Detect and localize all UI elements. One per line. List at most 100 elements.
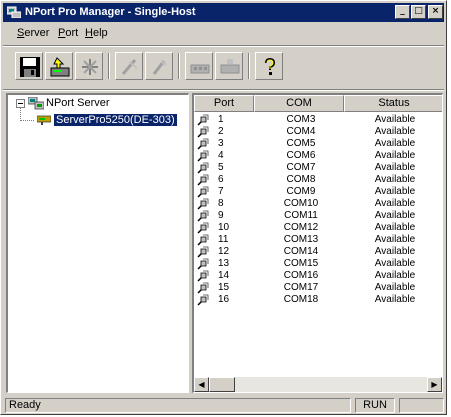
serial-port-icon bbox=[197, 150, 209, 162]
list-item[interactable]: 3 COM5 Available bbox=[194, 138, 434, 150]
list-item[interactable]: 11 COM13 Available bbox=[194, 234, 434, 246]
scroll-left-button[interactable]: ◀ bbox=[194, 377, 209, 392]
serial-port-icon bbox=[197, 234, 209, 246]
network-server-icon bbox=[28, 97, 44, 110]
port-cell: 6 bbox=[218, 174, 224, 185]
port-list[interactable]: Port COM Status 1 COM3 Available 2 COM4 Avail… bbox=[192, 93, 443, 393]
status-cell: Available bbox=[374, 234, 416, 245]
menu-port[interactable]: Port bbox=[58, 27, 78, 39]
network-button[interactable] bbox=[75, 52, 103, 80]
settings-button[interactable] bbox=[145, 52, 173, 80]
serial-port-icon bbox=[197, 246, 209, 258]
serial-port-icon bbox=[197, 162, 209, 174]
tree-connector bbox=[20, 107, 21, 121]
list-item[interactable]: 12 COM14 Available bbox=[194, 246, 434, 258]
add-port-button[interactable] bbox=[185, 52, 213, 80]
remove-port-button[interactable] bbox=[215, 52, 243, 80]
list-item[interactable]: 9 COM11 Available bbox=[194, 210, 434, 222]
list-item[interactable]: 16 COM18 Available bbox=[194, 294, 434, 306]
serial-port-icon bbox=[197, 270, 209, 282]
serial-port-icon bbox=[197, 222, 209, 234]
tree-selected-server[interactable]: ServerPro5250(DE-303) bbox=[54, 114, 177, 126]
application-window: NPort Pro Manager - Single-Host _ □ × Se… bbox=[0, 0, 447, 415]
status-bar: Ready RUN bbox=[3, 397, 444, 414]
scroll-right-button[interactable]: ▶ bbox=[427, 377, 442, 392]
search-server-icon bbox=[50, 57, 70, 77]
add-port-icon bbox=[190, 64, 210, 74]
serial-port-icon bbox=[197, 258, 209, 270]
port-cell: 13 bbox=[218, 258, 230, 269]
serial-port-icon bbox=[197, 138, 209, 150]
list-item[interactable]: 2 COM4 Available bbox=[194, 126, 434, 138]
status-cell: Available bbox=[374, 114, 416, 125]
status-mode: RUN bbox=[355, 398, 395, 413]
status-cell: Available bbox=[374, 198, 416, 209]
port-cell: 4 bbox=[218, 150, 224, 161]
port-cell: 7 bbox=[218, 186, 224, 197]
scroll-thumb[interactable] bbox=[209, 377, 235, 392]
toolbar-bottom-separator bbox=[3, 89, 444, 91]
port-cell: 8 bbox=[218, 198, 224, 209]
list-item[interactable]: 5 COM7 Available bbox=[194, 162, 434, 174]
search-server-button[interactable] bbox=[45, 52, 73, 80]
status-text: Ready bbox=[5, 398, 351, 413]
help-button[interactable] bbox=[255, 52, 283, 80]
status-cell: Available bbox=[374, 282, 416, 293]
list-item[interactable]: 13 COM15 Available bbox=[194, 258, 434, 270]
serial-port-icon bbox=[197, 174, 209, 186]
menu-bar: Server Port Help bbox=[3, 24, 444, 44]
save-button[interactable] bbox=[15, 52, 43, 80]
list-item[interactable]: 7 COM9 Available bbox=[194, 186, 434, 198]
com-cell: COM4 bbox=[286, 126, 316, 137]
list-item[interactable]: 4 COM6 Available bbox=[194, 150, 434, 162]
com-cell: COM3 bbox=[286, 114, 316, 125]
list-item[interactable]: 10 COM12 Available bbox=[194, 222, 434, 234]
status-cell: Available bbox=[374, 138, 416, 149]
tree-connector bbox=[20, 120, 34, 121]
list-item[interactable]: 14 COM16 Available bbox=[194, 270, 434, 282]
com-cell: COM6 bbox=[286, 150, 316, 161]
config-button[interactable] bbox=[115, 52, 143, 80]
help-icon bbox=[265, 57, 276, 75]
remove-port-icon bbox=[220, 59, 240, 74]
column-header-status[interactable]: Status bbox=[344, 95, 442, 112]
list-item[interactable]: 1 COM3 Available bbox=[194, 114, 434, 126]
status-cell: Available bbox=[374, 162, 416, 173]
port-cell: 3 bbox=[218, 138, 224, 149]
status-cell: Available bbox=[374, 210, 416, 221]
serial-port-icon bbox=[197, 210, 209, 222]
com-cell: COM8 bbox=[286, 174, 316, 185]
com-cell: COM15 bbox=[283, 258, 319, 269]
collapse-toggle-icon[interactable] bbox=[16, 99, 25, 108]
close-button[interactable]: × bbox=[428, 5, 443, 19]
column-header-port[interactable]: Port bbox=[194, 95, 254, 112]
minimize-button[interactable]: _ bbox=[395, 5, 410, 19]
network-icon bbox=[82, 59, 98, 75]
horizontal-scrollbar[interactable]: ◀ ▶ bbox=[194, 377, 442, 392]
com-cell: COM10 bbox=[283, 198, 319, 209]
maximize-button[interactable]: □ bbox=[411, 5, 426, 19]
port-cell: 2 bbox=[218, 126, 224, 137]
status-cell: Available bbox=[374, 174, 416, 185]
com-cell: COM12 bbox=[283, 222, 319, 233]
serial-port-icon bbox=[197, 114, 209, 126]
server-tree[interactable]: NPort Server ServerPro5250(DE-303) bbox=[6, 93, 189, 393]
status-cell: Available bbox=[374, 270, 416, 281]
menu-help[interactable]: Help bbox=[85, 27, 108, 39]
title-bar[interactable]: NPort Pro Manager - Single-Host _ □ × bbox=[3, 3, 444, 22]
list-item[interactable]: 8 COM10 Available bbox=[194, 198, 434, 210]
list-item[interactable]: 6 COM8 Available bbox=[194, 174, 434, 186]
column-header-com[interactable]: COM bbox=[254, 95, 344, 112]
list-item[interactable]: 15 COM17 Available bbox=[194, 282, 434, 294]
menu-server[interactable]: Server bbox=[17, 27, 49, 39]
port-cell: 5 bbox=[218, 162, 224, 173]
status-cell: Available bbox=[374, 222, 416, 233]
port-cell: 11 bbox=[218, 234, 229, 245]
tree-root-label[interactable]: NPort Server bbox=[46, 97, 110, 109]
com-cell: COM7 bbox=[286, 162, 316, 173]
status-extra bbox=[399, 398, 444, 413]
port-cell: 16 bbox=[218, 294, 230, 305]
port-cell: 10 bbox=[218, 222, 230, 233]
com-cell: COM17 bbox=[283, 282, 319, 293]
toolbar-separator bbox=[248, 53, 250, 79]
